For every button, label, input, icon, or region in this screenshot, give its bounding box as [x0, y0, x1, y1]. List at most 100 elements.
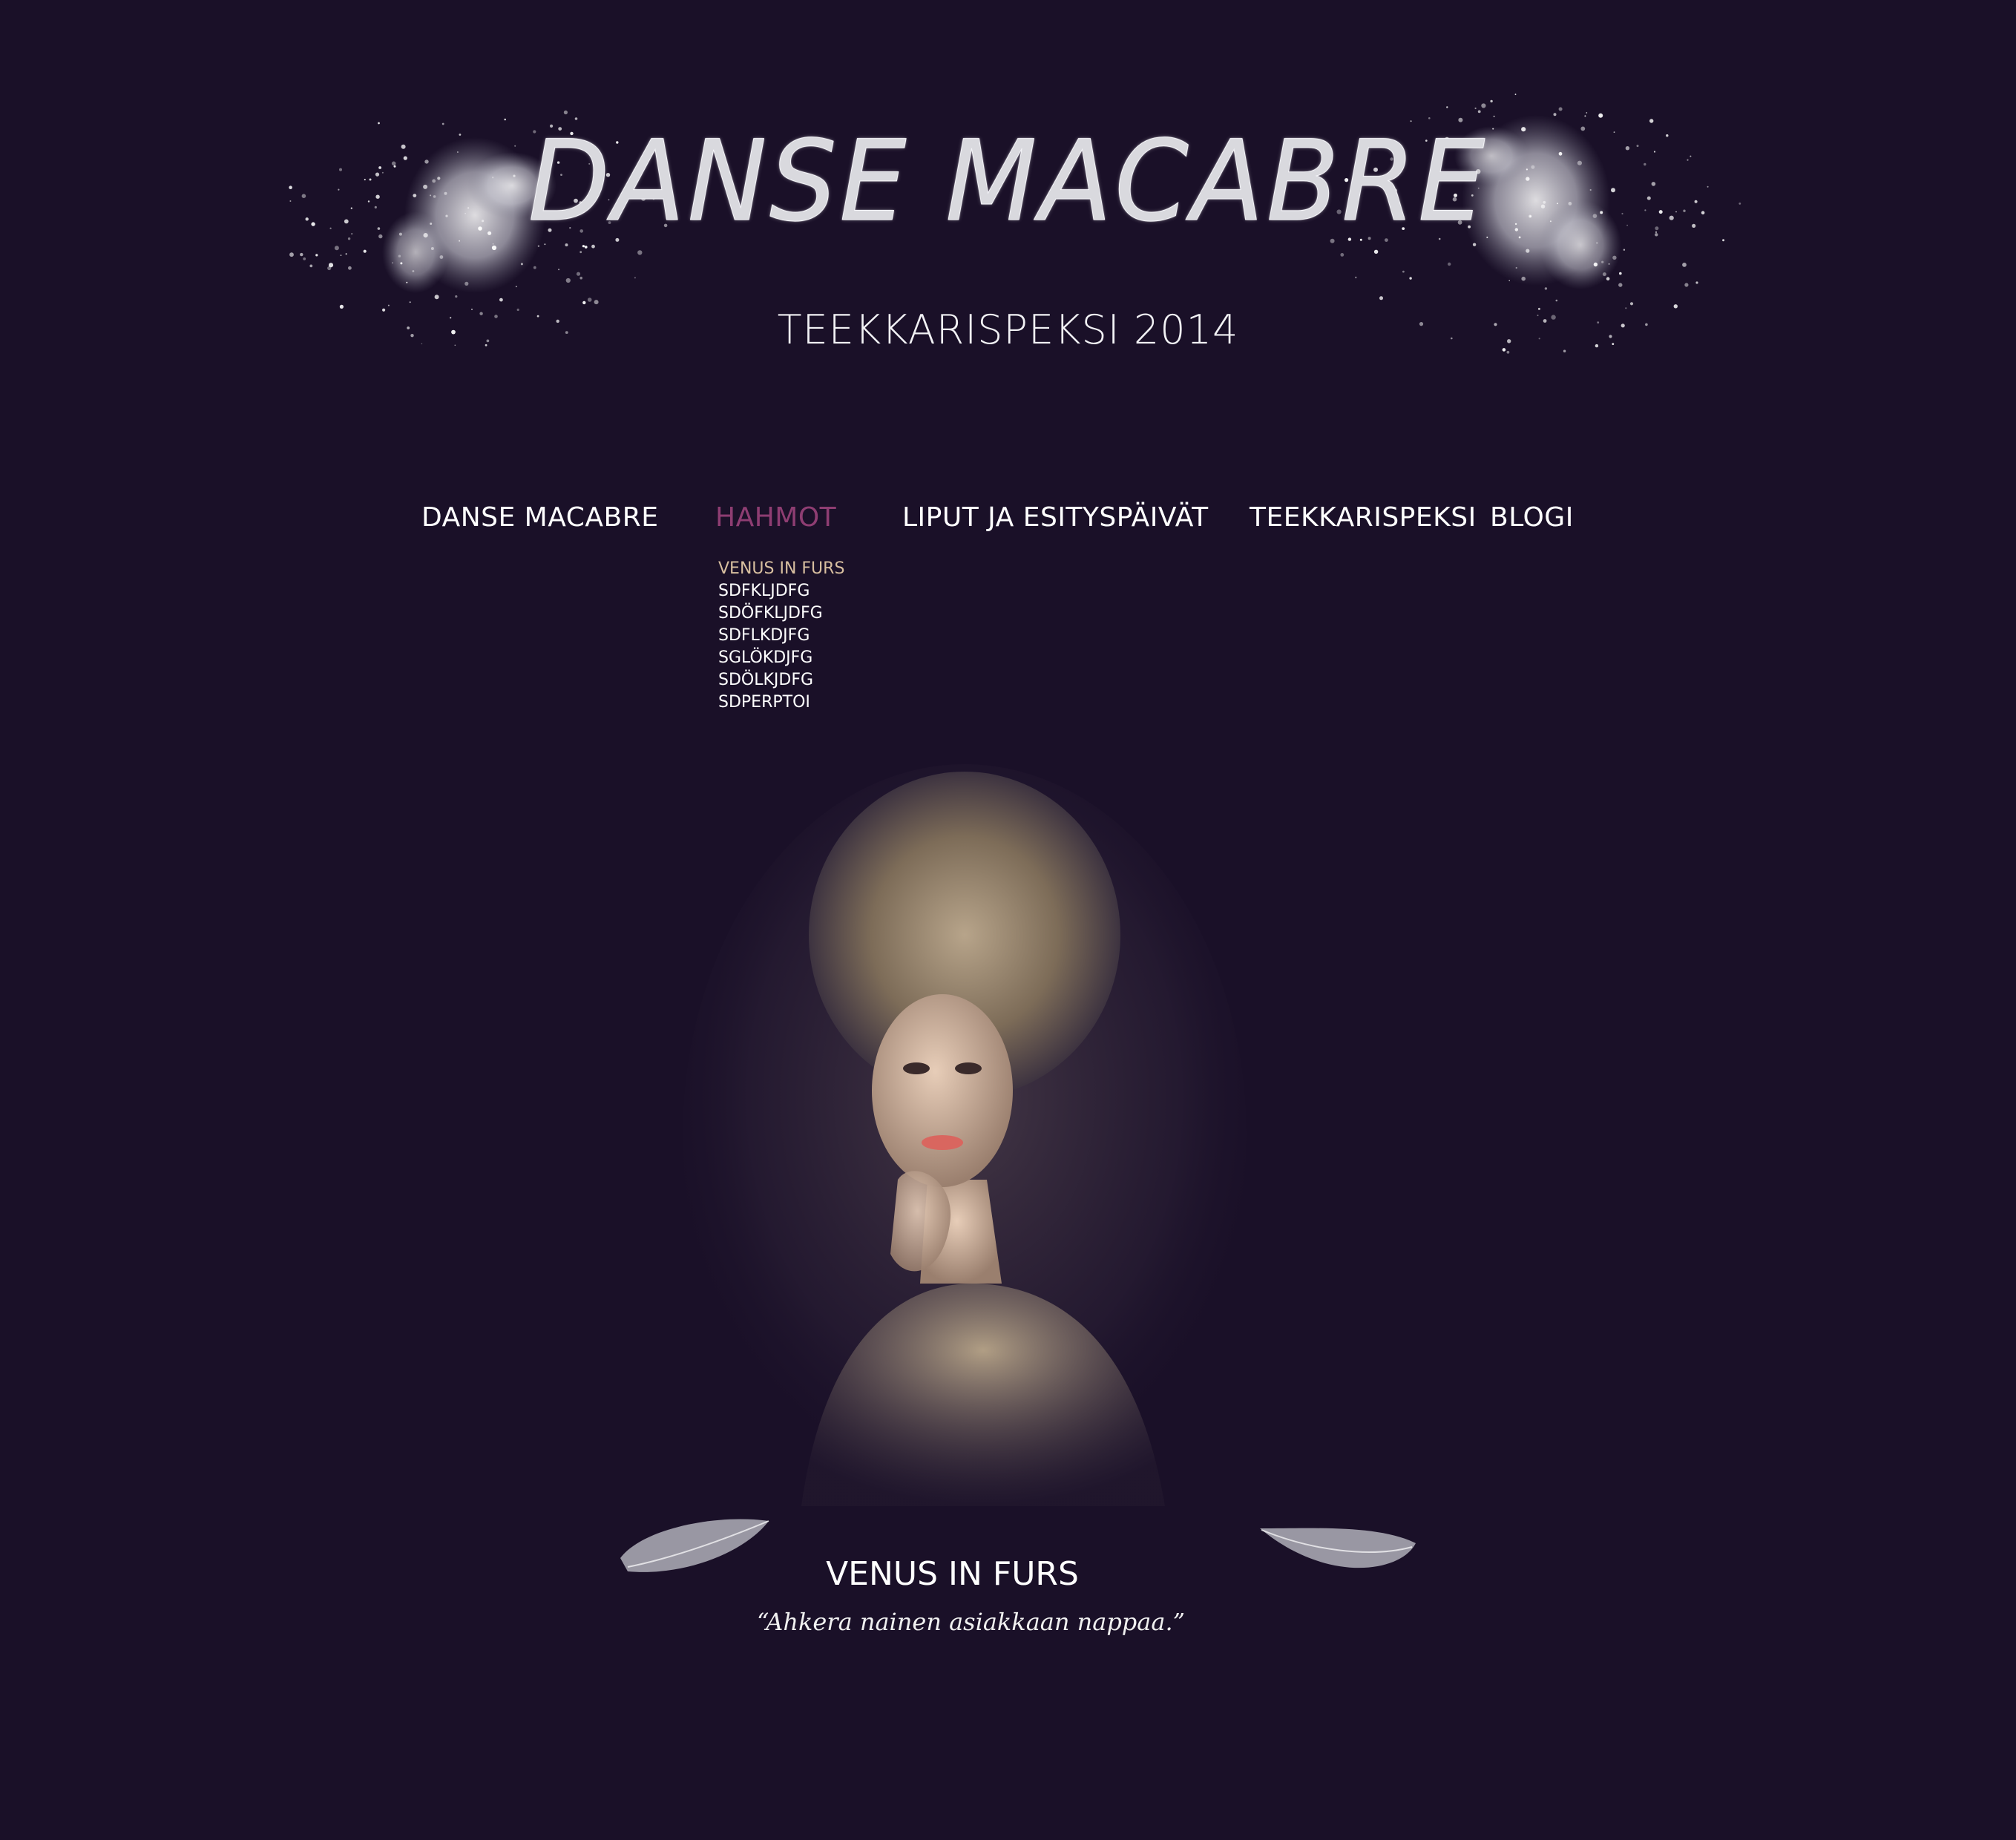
glitter-speck — [1555, 299, 1558, 302]
glitter-speck — [309, 264, 313, 268]
portrait-eye-right — [955, 1062, 982, 1074]
glitter-speck — [1593, 262, 1598, 267]
glitter-speck — [634, 277, 636, 279]
submenu-item[interactable]: SDFKLJDFG — [718, 580, 844, 602]
glitter-speck — [1618, 283, 1623, 287]
glitter-speck — [515, 286, 517, 288]
glitter-speck — [491, 245, 497, 251]
glitter-speck — [579, 251, 582, 254]
glitter-speck — [504, 118, 506, 121]
portrait-face — [872, 994, 1013, 1187]
glitter-speck — [1623, 249, 1626, 251]
glitter-speck — [327, 266, 332, 271]
submenu-item[interactable]: SDPERPTOI — [718, 691, 844, 714]
glitter-speck — [1526, 249, 1530, 253]
submenu-item[interactable]: SDÖLKJDFG — [718, 669, 844, 691]
glitter-speck — [558, 269, 560, 271]
glitter-speck — [1586, 112, 1588, 114]
submenu-item[interactable]: SGLÖKDJFG — [718, 647, 844, 669]
glitter-speck — [303, 257, 306, 260]
glitter-speck — [1606, 277, 1610, 281]
glitter-speck — [520, 263, 523, 266]
glitter-speck — [1477, 110, 1481, 114]
site-subtitle: TEEKKARISPEKSI 2014 — [777, 306, 1239, 353]
glitter-speck — [392, 262, 393, 264]
glitter-speck — [1340, 253, 1344, 257]
nav-item-hahmot[interactable]: HAHMOT — [715, 505, 836, 531]
glitter-speck — [1521, 276, 1526, 281]
glitter-speck — [582, 300, 586, 305]
glitter-speck — [1682, 263, 1687, 267]
glitter-speck — [492, 243, 494, 245]
glitter-speck — [430, 247, 434, 250]
glitter-speck — [576, 272, 581, 276]
glitter-speck — [499, 298, 503, 302]
glitter-speck — [1629, 302, 1634, 306]
glitter-speck — [434, 295, 439, 300]
hahmot-submenu: VENUS IN FURS SDFKLJDFG SDÖFKLJDFG SDFLK… — [718, 558, 844, 714]
glitter-speck — [1602, 272, 1606, 277]
glitter-speck — [533, 266, 536, 269]
glitter-speck — [1409, 277, 1412, 280]
glitter-speck — [1558, 107, 1563, 111]
glitter-speck — [441, 122, 444, 125]
character-name: VENUS IN FURS — [826, 1555, 1079, 1593]
glitter-speck — [1508, 280, 1510, 282]
glitter-speck — [594, 300, 599, 305]
glitter-speck — [1619, 272, 1622, 275]
glitter-speck — [1563, 349, 1566, 352]
glitter-speck — [1608, 263, 1610, 265]
glitter-speck — [1448, 262, 1451, 266]
submenu-item[interactable]: SDÖFKLJDFG — [718, 602, 844, 625]
glitter-speck — [315, 254, 318, 257]
glitter-speck — [400, 262, 403, 265]
nav-item-danse-macabre[interactable]: DANSE MACABRE — [421, 505, 658, 531]
glitter-speck — [378, 122, 380, 125]
glitter-speck — [1474, 107, 1477, 110]
glitter-speck — [579, 276, 582, 280]
nav-item-teekkarispeksi[interactable]: TEEKKARISPEKSI — [1250, 505, 1477, 531]
site-header: DANSE MACABRE TEEKKARISPEKSI 2014 — [0, 0, 2016, 445]
glitter-speck — [587, 298, 592, 302]
glitter-speck — [1514, 93, 1517, 96]
glitter-speck — [1402, 270, 1405, 273]
glitter-speck — [1481, 103, 1486, 108]
glitter-speck — [345, 253, 347, 255]
glitter-speck — [1544, 287, 1548, 290]
glitter-speck — [300, 252, 303, 257]
glitter-speck — [289, 252, 294, 257]
glitter-speck — [1625, 307, 1627, 309]
glitter-speck — [565, 277, 571, 283]
glitter-speck — [1584, 115, 1586, 117]
submenu-item-venus-in-furs[interactable]: VENUS IN FURS — [718, 558, 844, 580]
character-portrait — [683, 764, 1247, 1506]
portrait-lips — [922, 1135, 963, 1150]
character-quote: “Ahkera nainen asiakkaan nappaa.” — [757, 1608, 1185, 1636]
glitter-speck — [1695, 281, 1698, 284]
glitter-speck — [563, 110, 568, 115]
glitter-speck — [1684, 283, 1689, 287]
glitter-speck — [1493, 115, 1495, 117]
glitter-speck — [1373, 249, 1379, 254]
glitter-speck — [363, 249, 367, 253]
glitter-speck — [1553, 113, 1557, 116]
glitter-speck — [637, 250, 643, 255]
glitter-speck — [339, 304, 344, 309]
glitter-speck — [387, 304, 390, 306]
nav-item-liput[interactable]: LIPUT JA ESITYSPÄIVÄT — [902, 505, 1209, 531]
portrait-eye-left — [903, 1062, 930, 1074]
glitter-speck — [1490, 99, 1493, 103]
glitter-speck — [464, 281, 469, 286]
glitter-speck — [1515, 266, 1517, 269]
glitter-speck — [1355, 276, 1357, 279]
glitter-speck — [1596, 242, 1598, 244]
glitter-speck — [1379, 296, 1383, 300]
glitter-speck — [334, 246, 339, 251]
glitter-speck — [406, 281, 408, 283]
glitter-speck — [1506, 350, 1510, 354]
site-title: DANSE MACABRE — [528, 117, 1488, 246]
glitter-speck — [412, 270, 415, 272]
nav-item-blogi[interactable]: BLOGI — [1490, 505, 1574, 531]
glitter-speck — [1649, 119, 1654, 123]
submenu-item[interactable]: SDFLKDJFG — [718, 625, 844, 647]
